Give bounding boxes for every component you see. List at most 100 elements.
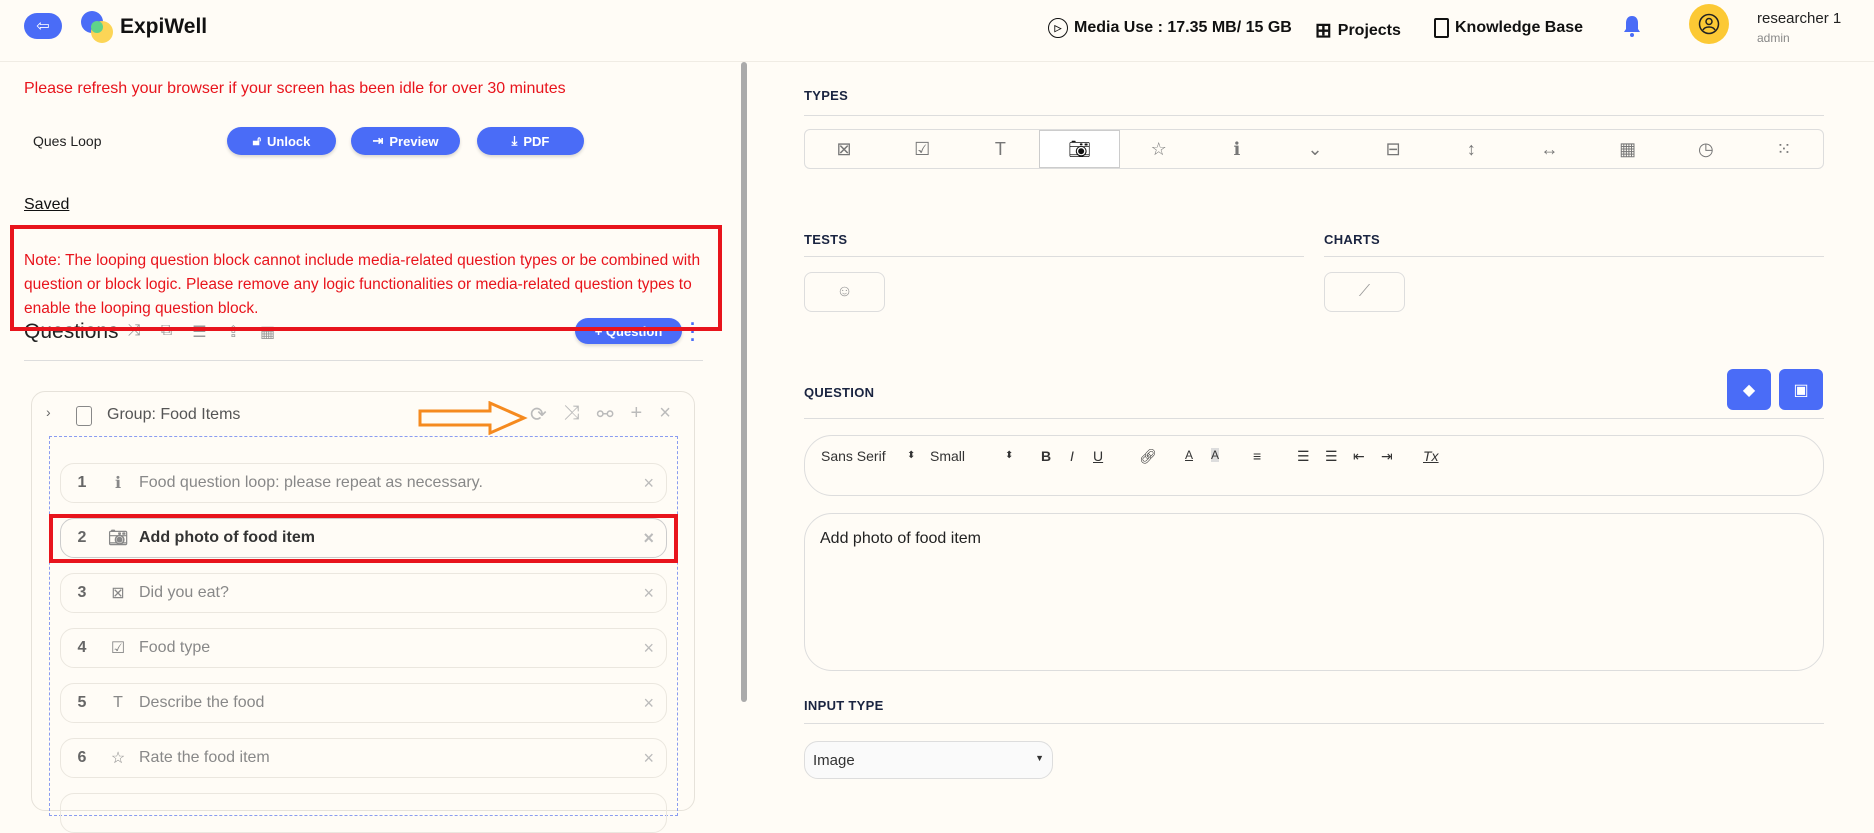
text-icon: T: [113, 694, 123, 711]
font-select[interactable]: Sans Serif: [821, 448, 886, 464]
divider: [24, 360, 703, 361]
question-row[interactable]: 6 ☆ Rate the food item ×: [60, 738, 667, 778]
question-row[interactable]: 5 T Describe the food ×: [60, 683, 667, 723]
play-circle-icon: ▷: [1048, 18, 1068, 38]
checkbox-icon[interactable]: ☑: [883, 130, 961, 168]
question-label: QUESTION: [804, 385, 875, 400]
question-number: 1: [77, 474, 87, 491]
dropdown-icon[interactable]: ⌄: [1276, 130, 1354, 168]
matrix-icon[interactable]: ⊟: [1354, 130, 1432, 168]
refresh-notice: Please refresh your browser if your scre…: [24, 80, 566, 97]
scrollbar[interactable]: [741, 62, 747, 702]
clear-format-button[interactable]: Tx: [1423, 448, 1439, 464]
background-color-button[interactable]: A: [1211, 448, 1220, 462]
font-select-arrow-icon: ⬍: [907, 450, 916, 461]
media-use: ▷ Media Use : 17.35 MB/ 15 GB: [1048, 18, 1292, 38]
test-button[interactable]: ☺: [804, 272, 885, 312]
underline-button[interactable]: U: [1093, 448, 1103, 464]
single-choice-icon[interactable]: ⊠: [805, 130, 883, 168]
size-select[interactable]: Small: [930, 448, 965, 464]
loop-icon[interactable]: ⟳: [530, 402, 547, 427]
align-icon[interactable]: ≡: [1253, 448, 1261, 464]
pdf-button[interactable]: ⤓ PDF: [477, 127, 584, 155]
question-row[interactable]: 3 ⊠ Did you eat? ×: [60, 573, 667, 613]
question-text: Rate the food item: [139, 749, 270, 766]
image-icon: ▣: [1793, 381, 1809, 399]
close-icon[interactable]: ×: [659, 402, 671, 427]
size-select-arrow-icon: ⬍: [1005, 450, 1014, 461]
download-icon: ⤓: [511, 133, 518, 148]
ordered-list-icon[interactable]: ☰: [1297, 448, 1310, 465]
bold-button[interactable]: B: [1041, 448, 1051, 464]
group-title: Group: Food Items: [107, 406, 241, 423]
apps-icon[interactable]: ⁙: [1745, 130, 1823, 168]
add-icon[interactable]: +: [631, 402, 643, 427]
question-editor[interactable]: Add photo of food item: [804, 513, 1824, 671]
shuffle-icon[interactable]: ⤨: [564, 402, 580, 427]
looping-note: Note: The looping question block cannot …: [10, 225, 722, 331]
book-icon: [1434, 18, 1449, 38]
image-button[interactable]: ▣: [1779, 369, 1823, 410]
clock-icon[interactable]: ◷: [1667, 130, 1745, 168]
info-icon: ℹ: [114, 475, 122, 492]
question-text: Did you eat?: [139, 584, 229, 601]
back-button[interactable]: ⇦: [24, 13, 62, 39]
expiwell-logo: [81, 11, 113, 43]
question-number: 4: [77, 639, 87, 656]
bullet-list-icon[interactable]: ☰: [1325, 448, 1338, 465]
avatar[interactable]: [1689, 4, 1729, 44]
line-chart-icon: ⟋: [1358, 283, 1371, 300]
brain-icon: ☺: [836, 283, 853, 300]
bell-icon[interactable]: [1622, 14, 1642, 38]
highlight-box: [49, 514, 678, 563]
outdent-icon[interactable]: ⇤: [1353, 448, 1365, 465]
chart-button[interactable]: ⟋: [1324, 272, 1405, 312]
remove-question-icon[interactable]: ×: [643, 473, 654, 494]
horizontal-slider-icon[interactable]: ↔: [1510, 130, 1588, 168]
question-number: 5: [77, 694, 87, 711]
logic-icon[interactable]: ⚯: [597, 402, 614, 427]
user-name: researcher 1: [1757, 10, 1842, 27]
indent-icon[interactable]: ⇥: [1381, 448, 1393, 465]
remove-question-icon[interactable]: ×: [643, 748, 654, 769]
preview-icon: ⇥: [372, 133, 384, 148]
back-arrow-icon: ⇦: [36, 18, 50, 35]
vertical-slider-icon[interactable]: ↕: [1432, 130, 1510, 168]
camera-icon[interactable]: 📷︎: [1039, 130, 1120, 168]
question-text: Food type: [139, 639, 211, 656]
unlock-button[interactable]: 🔓︎ Unlock: [227, 127, 336, 155]
question-row[interactable]: 4 ☑ Food type ×: [60, 628, 667, 668]
eraser-icon: ◆: [1742, 381, 1756, 399]
divider: [1324, 256, 1824, 257]
question-row[interactable]: [60, 793, 667, 833]
remove-question-icon[interactable]: ×: [643, 583, 654, 604]
projects-link[interactable]: ⊞ Projects: [1315, 18, 1401, 43]
expand-chevron-icon[interactable]: ›: [46, 404, 51, 420]
grid-icon[interactable]: ▦: [1589, 130, 1667, 168]
question-row[interactable]: 1 ℹ Food question loop: please repeat as n…: [60, 463, 667, 503]
question-number: 6: [77, 749, 87, 766]
text-icon[interactable]: T: [961, 130, 1039, 168]
remove-question-icon[interactable]: ×: [643, 638, 654, 659]
divider: [804, 256, 1304, 257]
divider: [804, 115, 1824, 116]
link-icon[interactable]: 🔗︎: [1139, 448, 1157, 465]
group-icon: [76, 406, 92, 426]
preview-button[interactable]: ⇥ Preview: [351, 127, 460, 155]
eraser-button[interactable]: ◆: [1727, 369, 1771, 410]
italic-button[interactable]: I: [1070, 448, 1074, 464]
info-icon[interactable]: ℹ: [1198, 130, 1276, 168]
saved-status: Saved: [24, 196, 70, 213]
question-text: Describe the food: [139, 694, 265, 711]
charts-label: CHARTS: [1324, 232, 1380, 247]
star-icon[interactable]: ☆: [1120, 130, 1198, 168]
grid-icon: ⊞: [1315, 20, 1332, 42]
input-type-label: INPUT TYPE: [804, 698, 884, 713]
checkbox-icon: ☑: [110, 640, 126, 657]
text-color-button[interactable]: A: [1185, 448, 1193, 462]
divider: [804, 723, 1824, 724]
knowledge-base-link[interactable]: Knowledge Base: [1434, 18, 1583, 38]
types-label: TYPES: [804, 88, 849, 103]
input-type-select[interactable]: Image ▼: [804, 741, 1053, 779]
remove-question-icon[interactable]: ×: [643, 693, 654, 714]
